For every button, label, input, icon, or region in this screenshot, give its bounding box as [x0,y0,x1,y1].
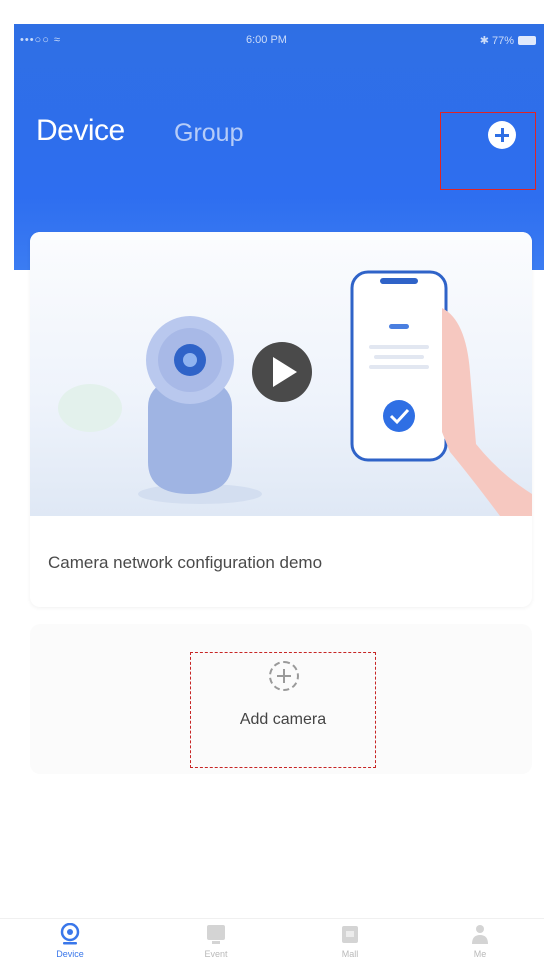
battery-icon [518,36,536,45]
nav-item-mall[interactable]: Mall [320,923,380,979]
tab-device[interactable]: Device [36,114,125,148]
nav-item-device[interactable]: Device [40,923,100,979]
battery-status: ✱ 77% [480,34,536,47]
signal-indicator: •••○○ ≈ [20,34,61,46]
phone-icon [350,270,448,462]
nav-label-device: Device [56,949,84,959]
decor-blob-icon [58,384,122,432]
add-camera-label: Add camera [239,711,327,728]
nav-label-event: Event [204,949,228,959]
nav-item-me[interactable]: Me [450,923,510,979]
event-icon [207,925,225,944]
add-camera-button[interactable]: Add camera [190,652,376,768]
play-icon [252,342,312,402]
demo-card-title: Camera network configuration demo [48,553,323,572]
demo-video-card[interactable]: Camera network configuration demo [30,232,532,607]
plus-circle-icon [488,121,516,149]
tab-group[interactable]: Group [174,119,243,148]
battery-text: ✱ 77% [479,35,514,47]
demo-banner [30,232,532,516]
device-page: •••○○ ≈ 6:00 PM ✱ 77% Device Group Camer… [0,0,544,980]
nav-label-mall: Mall [341,949,359,959]
mall-icon [342,926,358,943]
bottom-nav: Device Event Mall Me [0,918,544,980]
camera-icon [146,316,234,494]
nav-item-event[interactable]: Event [186,923,246,979]
demo-illustration [58,270,532,516]
add-device-button[interactable] [440,112,536,190]
device-icon [60,923,80,945]
check-icon [383,400,415,432]
hand-icon [442,308,532,516]
status-time: 6:00 PM [246,34,287,46]
nav-label-me: Me [473,949,487,959]
status-bar: •••○○ ≈ 6:00 PM ✱ 77% [14,30,544,54]
dashed-plus-icon [269,661,299,691]
profile-icon [472,925,488,944]
